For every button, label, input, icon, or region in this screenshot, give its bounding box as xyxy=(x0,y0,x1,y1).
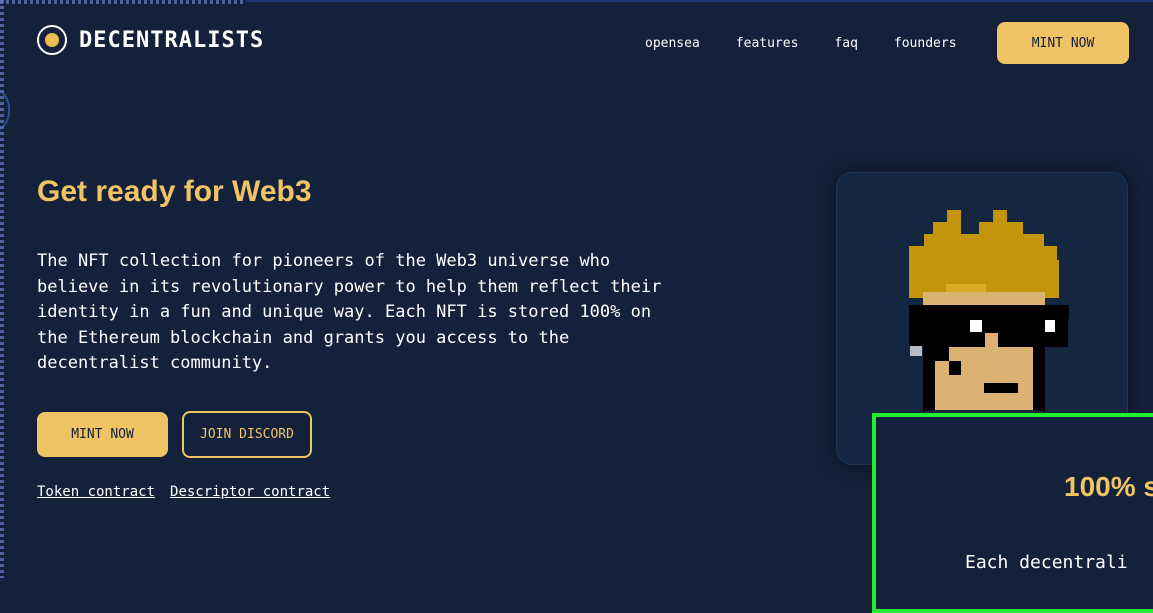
descriptor-contract-link[interactable]: Descriptor contract xyxy=(170,484,330,500)
main-nav: opensea features faq founders xyxy=(645,36,957,51)
nav-link-features[interactable]: features xyxy=(736,36,799,51)
hero-description-line: believe in its revolutionary power to he… xyxy=(37,276,662,297)
hero-description-line: the Ethereum blockchain and grants you a… xyxy=(37,327,570,348)
hero-description-line: identity in a fun and unique way. Each N… xyxy=(37,302,652,322)
frame-top-decoration xyxy=(0,0,245,4)
frame-top-line xyxy=(245,0,1153,2)
hero-description-line: The NFT collection for pioneers of the W… xyxy=(37,251,611,271)
hero-description: The NFT collection for pioneers of the W… xyxy=(37,249,737,377)
nav-link-opensea[interactable]: opensea xyxy=(645,36,700,51)
hero-title: Get ready for Web3 xyxy=(37,175,312,208)
overlay-title: 100% s xyxy=(1064,471,1153,502)
nav-mint-button[interactable]: MINT NOW xyxy=(997,22,1129,64)
feature-overlay-box: 100% s Each decentrali xyxy=(872,413,1153,613)
nav-link-faq[interactable]: faq xyxy=(834,36,857,51)
hero-description-line: decentralist community. xyxy=(37,353,273,373)
token-contract-link[interactable]: Token contract xyxy=(37,484,155,500)
nav-link-founders[interactable]: founders xyxy=(894,36,957,51)
join-discord-button[interactable]: JOIN DISCORD xyxy=(182,411,312,458)
logo[interactable]: DECENTRALISTS xyxy=(37,25,264,55)
hero-mint-button[interactable]: MINT NOW xyxy=(37,412,168,457)
arc-decoration xyxy=(0,86,10,134)
logo-circle-icon xyxy=(37,25,67,55)
frame-left-decoration xyxy=(0,0,4,578)
overlay-text: Each decentrali xyxy=(965,552,1128,573)
brand-name: DECENTRALISTS xyxy=(79,27,265,53)
contract-links: Token contract Descriptor contract xyxy=(37,484,345,500)
